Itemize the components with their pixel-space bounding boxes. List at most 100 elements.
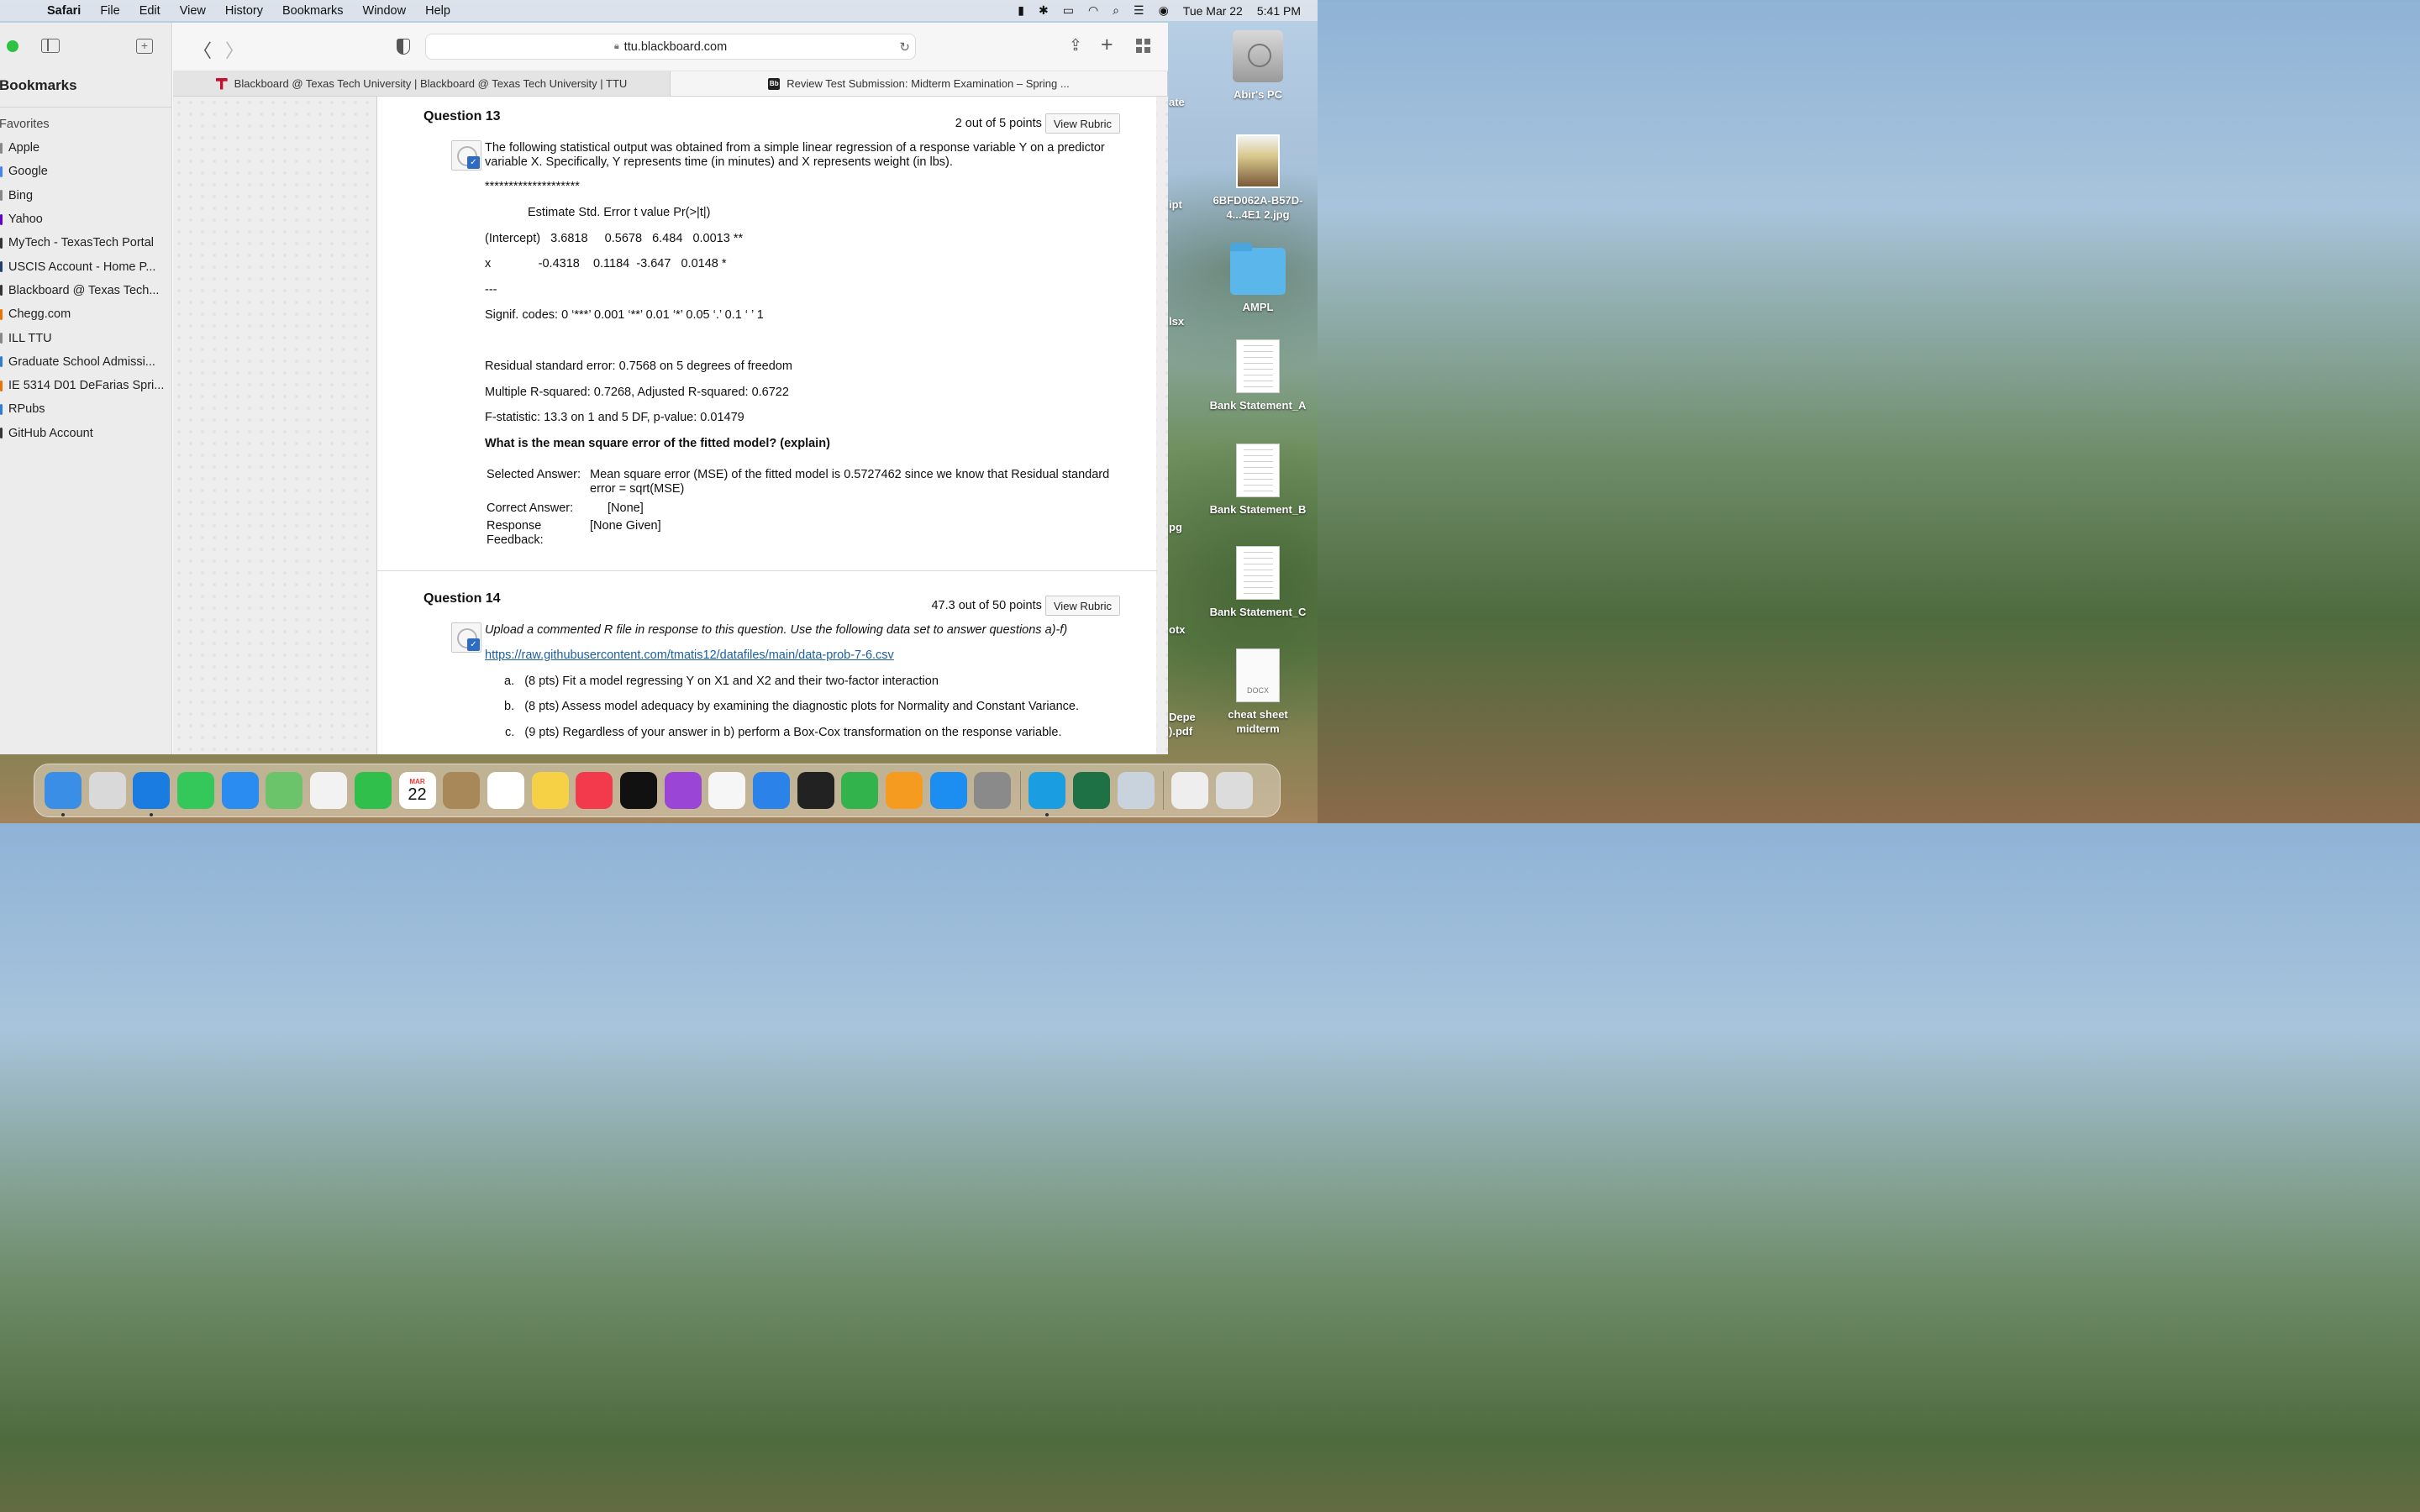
dock-messages-icon[interactable]	[177, 772, 215, 809]
battery-icon[interactable]: ▭	[1063, 3, 1074, 18]
privacy-shield-icon[interactable]	[397, 39, 410, 55]
address-bar[interactable]: 🔒︎ ttu.blackboard.com ↻	[425, 34, 916, 60]
question-14-title: Question 14	[424, 591, 501, 606]
list-marker: c.	[505, 726, 515, 739]
dock-trash-icon[interactable]	[1215, 772, 1253, 809]
dock-system-preferences-icon[interactable]	[974, 772, 1012, 809]
menu-window[interactable]: Window	[363, 4, 407, 18]
page-content-area[interactable]: Question 13 2 out of 5 points View Rubri…	[173, 97, 1168, 754]
dock-facetime-icon[interactable]	[354, 772, 392, 809]
menu-edit[interactable]: Edit	[139, 4, 160, 18]
bookmark-item[interactable]: Bing	[0, 184, 171, 207]
tab-blackboard-home[interactable]: Blackboard @ Texas Tech University | Bla…	[173, 71, 671, 96]
bookmark-item[interactable]: Blackboard @ Texas Tech...	[0, 279, 171, 302]
dock-pages-icon[interactable]	[886, 772, 923, 809]
folder-icon	[1230, 243, 1286, 295]
dock-launchpad-icon[interactable]	[88, 772, 126, 809]
bookmark-item[interactable]: Apple	[0, 136, 171, 160]
dock-contacts-icon[interactable]	[443, 772, 481, 809]
dock-notes-icon[interactable]	[531, 772, 569, 809]
dock-excel-icon[interactable]	[1072, 772, 1110, 809]
view-rubric-button[interactable]: View Rubric	[1044, 596, 1120, 616]
menu-view[interactable]: View	[180, 4, 206, 18]
desktop-icon-drive[interactable]: Abir's PC	[1203, 30, 1313, 102]
dock-reminders-icon[interactable]	[487, 772, 524, 809]
dock-safari-icon[interactable]	[133, 772, 171, 816]
desktop-edge-label[interactable]: ipt	[1169, 198, 1182, 211]
menu-history[interactable]: History	[225, 4, 263, 18]
bookmark-favicon-icon	[0, 356, 3, 368]
bookmark-item[interactable]: Yahoo	[0, 207, 171, 231]
control-center-icon[interactable]: ☰	[1134, 3, 1144, 18]
sidebar-toggle-icon[interactable]	[41, 39, 60, 53]
dock-photos-icon[interactable]	[310, 772, 348, 809]
bookmark-item[interactable]: IE 5314 D01 DeFarias Spri...	[0, 374, 171, 397]
desktop-icon-label: Bank Statement_B	[1209, 503, 1307, 516]
bookmark-item[interactable]: Graduate School Admissi...	[0, 350, 171, 374]
dock-tv-icon[interactable]	[619, 772, 657, 809]
desktop-icon-pdf-c[interactable]: Bank Statement_C	[1203, 546, 1313, 619]
tab-overview-icon[interactable]	[1136, 39, 1150, 53]
desktop-icon-label: 6BFD062A-B57D-4...4E1 2.jpg	[1213, 194, 1303, 221]
menu-help[interactable]: Help	[425, 4, 450, 18]
desktop-icon-docx[interactable]: DOCX cheat sheet midterm	[1203, 648, 1313, 736]
dock-maps-icon[interactable]	[266, 772, 303, 809]
browser-main: 〈 〉 🔒︎ ttu.blackboard.com ↻ ⇪ + Blackboa…	[173, 23, 1168, 754]
bluetooth-icon[interactable]: ✱	[1039, 3, 1049, 18]
wifi-icon[interactable]: ◠	[1088, 3, 1098, 18]
dock-finder-icon[interactable]	[45, 772, 82, 816]
desktop-edge-label[interactable]: pg	[1169, 521, 1182, 533]
dock-downloads-icon[interactable]	[1171, 772, 1209, 809]
desktop-icon-pdf-a[interactable]: Bank Statement_A	[1203, 339, 1313, 412]
tab-label: Review Test Submission: Midterm Examinat…	[786, 77, 1070, 90]
bookmark-item[interactable]: USCIS Account - Home P...	[0, 255, 171, 278]
dock-app-store-icon[interactable]	[929, 772, 967, 809]
dock-preview-icon[interactable]	[1117, 772, 1155, 809]
desktop-edge-label[interactable]: ).pdf	[1169, 725, 1192, 738]
window-zoom-button[interactable]	[7, 40, 18, 52]
favorites-header[interactable]: Favorites	[0, 118, 171, 131]
desktop-edge-label[interactable]: ate	[1169, 96, 1185, 108]
siri-icon[interactable]: ◉	[1159, 3, 1169, 18]
dock-numbers-icon[interactable]	[841, 772, 879, 809]
menu-bookmarks[interactable]: Bookmarks	[282, 4, 344, 18]
reload-icon[interactable]: ↻	[899, 39, 910, 55]
view-rubric-button[interactable]: View Rubric	[1044, 113, 1120, 134]
dataset-link[interactable]: https://raw.githubusercontent.com/tmatis…	[485, 648, 894, 662]
dock-skype-icon[interactable]	[1028, 772, 1066, 816]
spotlight-search-icon[interactable]: ⌕	[1113, 3, 1119, 18]
new-tab-icon[interactable]: +	[1101, 33, 1113, 57]
desktop-edge-label[interactable]: otx	[1169, 623, 1186, 636]
tab-review-submission[interactable]: Bb Review Test Submission: Midterm Exami…	[671, 71, 1168, 96]
desktop-edge-label[interactable]: lsx	[1169, 315, 1184, 328]
dock-mail-icon[interactable]	[221, 772, 259, 809]
bookmark-item[interactable]: ILL TTU	[0, 326, 171, 349]
share-icon[interactable]: ⇪	[1069, 36, 1082, 55]
desktop-edge-label[interactable]: Depe	[1169, 711, 1196, 723]
tab-group-add-icon[interactable]: +	[136, 39, 153, 54]
menu-file[interactable]: File	[100, 4, 119, 18]
dock-stocks-icon[interactable]	[797, 772, 834, 809]
bookmark-item[interactable]: RPubs	[0, 397, 171, 421]
bookmark-item[interactable]: GitHub Account	[0, 422, 171, 445]
desktop-icon-photo[interactable]: 6BFD062A-B57D-4...4E1 2.jpg	[1203, 134, 1313, 222]
bookmark-item[interactable]: MyTech - TexasTech Portal	[0, 231, 171, 255]
dock-podcasts-icon[interactable]	[664, 772, 702, 809]
dock-news-icon[interactable]	[708, 772, 746, 809]
bookmark-item[interactable]: Google	[0, 160, 171, 183]
back-button[interactable]: 〈	[193, 36, 212, 63]
menubar-date[interactable]: Tue Mar 22	[1183, 4, 1243, 18]
desktop-icon-folder[interactable]: AMPL	[1203, 243, 1313, 314]
bookmark-item[interactable]: Chegg.com	[0, 302, 171, 326]
bookmark-favicon-icon	[0, 190, 3, 202]
menubar-time[interactable]: 5:41 PM	[1257, 4, 1301, 18]
dock-music-icon[interactable]	[576, 772, 613, 809]
dock-calendar-icon[interactable]: MAR 22	[398, 772, 436, 809]
desktop-icon-pdf-b[interactable]: Bank Statement_B	[1203, 444, 1313, 517]
list-marker: b.	[504, 700, 515, 713]
status-app-icon[interactable]: ▮	[1018, 3, 1024, 18]
dock-keynote-icon[interactable]	[753, 772, 790, 809]
response-feedback-value: [None Given]	[590, 519, 661, 533]
forward-button[interactable]: 〉	[225, 36, 244, 63]
menu-app-name[interactable]: Safari	[47, 4, 81, 18]
